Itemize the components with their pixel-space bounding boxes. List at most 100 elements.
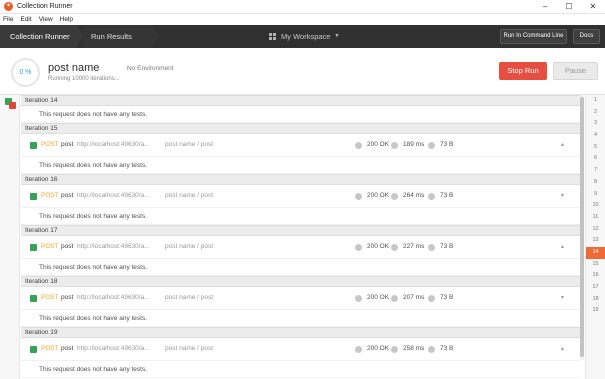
environment-label: No Environment	[127, 65, 174, 72]
breadcrumb-separator	[153, 25, 159, 47]
iteration-index-item[interactable]: 1	[586, 95, 605, 107]
iteration-index-item[interactable]: 5	[586, 142, 605, 154]
pass-status-icon	[30, 346, 37, 353]
minimize-button[interactable]: –	[533, 0, 557, 14]
no-tests-message: This request does not have any tests.	[21, 106, 580, 123]
expand-chevron-icon[interactable]: ▴	[561, 141, 564, 148]
iteration-index-item[interactable]: 17	[586, 282, 605, 294]
caret-down-icon: ▼	[334, 33, 340, 39]
expand-chevron-icon[interactable]: ▴	[561, 345, 564, 352]
response-time: 258 ms	[403, 345, 425, 352]
pause-button[interactable]: Pause	[553, 62, 598, 80]
stop-run-button[interactable]: Stop Run	[499, 62, 547, 80]
time-dot-icon	[391, 193, 398, 200]
expand-chevron-icon[interactable]: ▴	[561, 243, 564, 250]
breadcrumb-collection-runner[interactable]: Collection Runner	[0, 25, 77, 48]
response-size: 73 B	[440, 141, 454, 148]
expand-chevron-icon[interactable]: ▾	[561, 192, 564, 199]
menu-view[interactable]: View	[39, 16, 53, 23]
window-titlebar: ✦ Collection Runner – ☐ ✕	[0, 0, 605, 14]
time-dot-icon	[391, 295, 398, 302]
response-time: 227 ms	[403, 243, 425, 250]
request-path: post name / post	[165, 294, 214, 301]
breadcrumb-run-results[interactable]: Run Results	[83, 25, 153, 48]
iteration-index-item[interactable]: 10	[586, 200, 605, 212]
request-row[interactable]: POST post http://localhost:49630/a... post …	[21, 338, 580, 361]
response-status: 200 OK	[367, 294, 390, 301]
run-status-text: Running 10000 iterations...	[48, 76, 120, 82]
iteration-index-item[interactable]: 19	[586, 305, 605, 317]
status-dot-icon	[355, 142, 362, 149]
response-status: 200 OK	[367, 141, 390, 148]
request-url: http://localhost:49630/a...	[77, 294, 150, 301]
scrollbar-thumb[interactable]	[580, 97, 584, 357]
no-tests-message: This request does not have any tests.	[21, 157, 580, 174]
iteration-label: Iteration 16	[25, 176, 58, 183]
close-button[interactable]: ✕	[581, 0, 605, 14]
run-summary: 0 % post name Running 10000 iterations..…	[0, 48, 605, 95]
iteration-header[interactable]: Iteration 14	[21, 95, 580, 106]
iteration-header[interactable]: Iteration 16	[21, 174, 580, 185]
iteration-index-item[interactable]: 9	[586, 189, 605, 201]
iteration-index-item[interactable]: 2	[586, 107, 605, 119]
run-name: post name	[48, 62, 100, 74]
workspace-switcher[interactable]: My Workspace ▼	[269, 25, 339, 48]
iteration-index-item[interactable]: 15	[586, 259, 605, 271]
response-size: 73 B	[440, 192, 454, 199]
iteration-header[interactable]: Iteration 18	[21, 276, 580, 287]
iteration-index-item[interactable]: 18	[586, 294, 605, 306]
expand-chevron-icon[interactable]: ▾	[561, 294, 564, 301]
request-path: post name / post	[165, 192, 214, 199]
run-in-command-line-button[interactable]: Run In Command Line	[500, 29, 567, 44]
iteration-index-item[interactable]: 3	[586, 118, 605, 130]
menu-file[interactable]: File	[3, 16, 13, 23]
iteration-index-item[interactable]: 14	[586, 246, 605, 259]
iteration-header[interactable]: Iteration 17	[21, 225, 580, 236]
request-name: post	[61, 345, 74, 352]
request-path: post name / post	[165, 141, 214, 148]
request-row[interactable]: POST post http://localhost:49630/a... post …	[21, 236, 580, 259]
response-time: 207 ms	[403, 294, 425, 301]
size-dot-icon	[428, 193, 435, 200]
request-method: POST	[41, 294, 59, 301]
time-dot-icon	[391, 244, 398, 251]
response-status: 200 OK	[367, 192, 390, 199]
workspace-label: My Workspace	[281, 32, 331, 41]
iteration-label: Iteration 15	[25, 125, 58, 132]
status-dot-icon	[355, 346, 362, 353]
request-row[interactable]: POST post http://localhost:49630/a... post …	[21, 287, 580, 310]
iteration-index-item[interactable]: 11	[586, 212, 605, 224]
size-dot-icon	[428, 244, 435, 251]
request-row[interactable]: POST post http://localhost:49630/a... post …	[21, 185, 580, 208]
time-dot-icon	[391, 142, 398, 149]
status-dot-icon	[355, 193, 362, 200]
response-time: 264 ms	[403, 192, 425, 199]
iteration-index-item[interactable]: 6	[586, 153, 605, 165]
size-dot-icon	[428, 142, 435, 149]
iteration-index-item[interactable]: 7	[586, 165, 605, 177]
iteration-header[interactable]: Iteration 15	[21, 123, 580, 134]
request-name: post	[61, 243, 74, 250]
iteration-index-item[interactable]: 12	[586, 224, 605, 236]
pass-status-icon	[30, 244, 37, 251]
menu-edit[interactable]: Edit	[20, 16, 31, 23]
iteration-header[interactable]: Iteration 19	[21, 327, 580, 338]
progress-indicator: 0 %	[11, 58, 40, 87]
iteration-results-list[interactable]: Iteration 14 This request does not have …	[21, 95, 580, 379]
request-row[interactable]: POST post http://localhost:49630/a... post …	[21, 134, 580, 157]
iteration-index-item[interactable]: 13	[586, 235, 605, 247]
status-dot-icon	[355, 295, 362, 302]
iteration-index-item[interactable]: 16	[586, 270, 605, 282]
response-time: 189 ms	[403, 141, 425, 148]
request-method: POST	[41, 192, 59, 199]
size-dot-icon	[428, 295, 435, 302]
results-scrollbar[interactable]	[580, 95, 584, 360]
response-status: 200 OK	[367, 243, 390, 250]
time-dot-icon	[391, 346, 398, 353]
menu-help[interactable]: Help	[60, 16, 73, 23]
no-tests-message: This request does not have any tests.	[21, 310, 580, 327]
iteration-index-item[interactable]: 8	[586, 177, 605, 189]
iteration-index-item[interactable]: 4	[586, 130, 605, 142]
maximize-button[interactable]: ☐	[557, 0, 581, 14]
docs-button[interactable]: Docs	[573, 29, 600, 44]
